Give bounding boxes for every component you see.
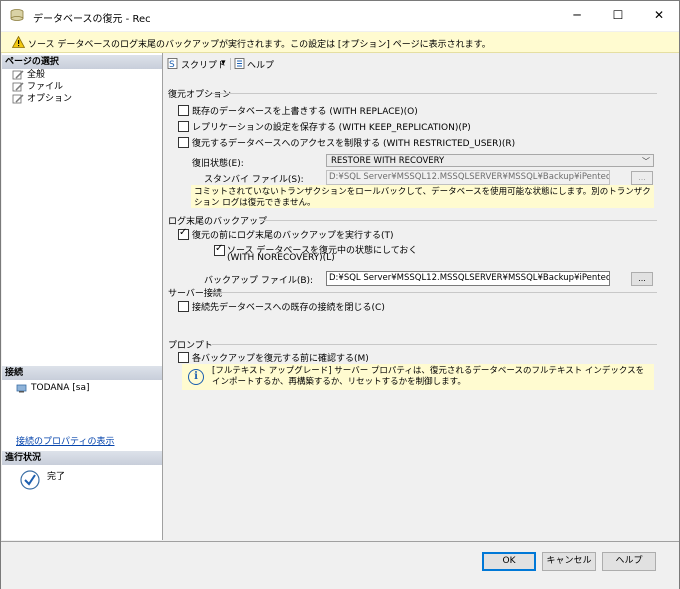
keep-replication-checkbox[interactable]	[178, 121, 189, 132]
fulltext-info-text: [フルテキスト アップグレード] サーバー プロパティは、復元されるデータベース…	[212, 366, 645, 387]
close-button[interactable]: ✕	[639, 1, 679, 31]
restore-database-dialog: データベースの復元 - Rec ─ ☐ ✕ ソース データベースのログ末尾のバッ…	[0, 0, 680, 589]
info-icon: i	[188, 369, 204, 385]
with-replace-label: 既存のデータベースを上書きする (WITH REPLACE)(O)	[192, 107, 418, 117]
help-button[interactable]: ヘルプ	[602, 552, 656, 571]
prompt-line	[212, 344, 657, 345]
progress-status: 完了	[47, 472, 66, 482]
tail-log-title: ログ末尾のバックアップ	[168, 217, 268, 227]
restricted-user-checkbox[interactable]	[178, 137, 189, 148]
recovery-state-label: 復旧状態(E):	[192, 159, 244, 169]
page-general-label: 全般	[27, 70, 46, 80]
take-tail-log-checkbox[interactable]	[178, 227, 189, 240]
fulltext-info-note: [フルテキスト アップグレード] サーバー プロパティは、復元されるデータベース…	[182, 364, 654, 390]
backup-browse-button[interactable]: ...	[631, 272, 653, 286]
page-wrench-icon	[12, 69, 24, 79]
page-options[interactable]: オプション	[12, 93, 72, 105]
restricted-user-label: 復元するデータベースへのアクセスを制限する (WITH RESTRICTED_U…	[192, 139, 516, 149]
script-button[interactable]: スクリプト	[181, 58, 226, 71]
connection-value: TODANA [sa]	[31, 383, 90, 393]
norecovery-label-2: (WITH NORECOVERY)(L)	[227, 253, 335, 263]
take-tail-log-label: 復元の前にログ末尾のバックアップを実行する(T)	[192, 231, 394, 241]
chevron-down-icon: ﹀	[642, 157, 650, 166]
window-title: データベースの復元 - Rec	[33, 14, 151, 25]
backup-file-input[interactable]: D:¥SQL Server¥MSSQL12.MSSQLSERVER¥MSSQL¥…	[326, 271, 610, 286]
ok-button[interactable]: OK	[482, 552, 536, 571]
title-bar: データベースの復元 - Rec ─ ☐ ✕	[1, 1, 679, 31]
server-connections-line	[212, 292, 657, 293]
connection-header: 接続	[2, 366, 162, 380]
page-options-label: オプション	[27, 94, 73, 104]
page-select-header: ページの選択	[2, 55, 162, 69]
help-toolbar-button[interactable]: ヘルプ	[247, 58, 274, 71]
with-replace-checkbox[interactable]	[178, 105, 189, 116]
maximize-button[interactable]: ☐	[598, 1, 638, 31]
warning-icon	[12, 36, 25, 48]
connection-item: TODANA [sa]	[16, 382, 90, 394]
toolbar-separator	[230, 58, 231, 70]
page-files[interactable]: ファイル	[12, 81, 63, 93]
recovery-state-select[interactable]: RESTORE WITH RECOVERY ﹀	[326, 154, 654, 167]
minimize-button[interactable]: ─	[557, 1, 597, 31]
left-pane: ページの選択 全般 ファイル オプション 接続 TODANA [sa] 接続のプ…	[2, 53, 163, 540]
close-connections-label: 接続先データベースへの既存の接続を閉じる(C)	[192, 303, 385, 313]
toolbar: S スクリプト ▾ ヘルプ	[164, 54, 679, 74]
confirm-restore-label: 各バックアップを復元する前に確認する(M)	[192, 354, 369, 364]
button-bar: OK キャンセル ヘルプ	[1, 541, 679, 589]
close-connections-checkbox[interactable]	[178, 301, 189, 312]
database-icon	[10, 9, 24, 21]
help-icon	[234, 58, 245, 69]
standby-file-label: スタンバイ ファイル(S):	[204, 175, 304, 185]
prompt-title: プロンプト	[168, 341, 213, 351]
backup-file-label: バックアップ ファイル(B):	[204, 276, 314, 286]
recovery-state-value: RESTORE WITH RECOVERY	[331, 156, 445, 166]
recovery-note: コミットされていないトランザクションをロールバックして、データベースを使用可能な…	[191, 185, 654, 208]
tail-log-line	[260, 220, 657, 221]
restore-options-line	[212, 93, 657, 94]
complete-check-icon	[20, 470, 40, 490]
script-dropdown-icon[interactable]: ▾	[221, 58, 226, 68]
server-connection-icon	[16, 384, 27, 392]
confirm-restore-checkbox[interactable]	[178, 352, 189, 363]
standby-browse-button[interactable]: ...	[631, 171, 653, 185]
cancel-button[interactable]: キャンセル	[542, 552, 596, 571]
norecovery-checkbox[interactable]	[214, 243, 225, 256]
script-icon: S	[167, 58, 178, 69]
keep-replication-label: レプリケーションの設定を保存する (WITH KEEP_REPLICATION)…	[192, 123, 471, 133]
standby-file-input[interactable]: D:¥SQL Server¥MSSQL12.MSSQLSERVER¥MSSQL¥…	[326, 170, 610, 185]
options-page: 復元オプション 既存のデータベースを上書きする (WITH REPLACE)(O…	[164, 75, 679, 540]
connection-properties-link[interactable]: 接続のプロパティの表示	[16, 434, 114, 447]
svg-text:S: S	[169, 60, 175, 69]
page-wrench-icon	[12, 81, 24, 91]
page-files-label: ファイル	[27, 82, 64, 92]
warning-bar: ソース データベースのログ末尾のバックアップが実行されます。この設定は [オプシ…	[1, 32, 679, 53]
page-wrench-icon	[12, 93, 24, 103]
progress-header: 進行状況	[2, 451, 162, 465]
page-general[interactable]: 全般	[12, 69, 45, 81]
warning-text: ソース データベースのログ末尾のバックアップが実行されます。この設定は [オプシ…	[28, 40, 491, 50]
